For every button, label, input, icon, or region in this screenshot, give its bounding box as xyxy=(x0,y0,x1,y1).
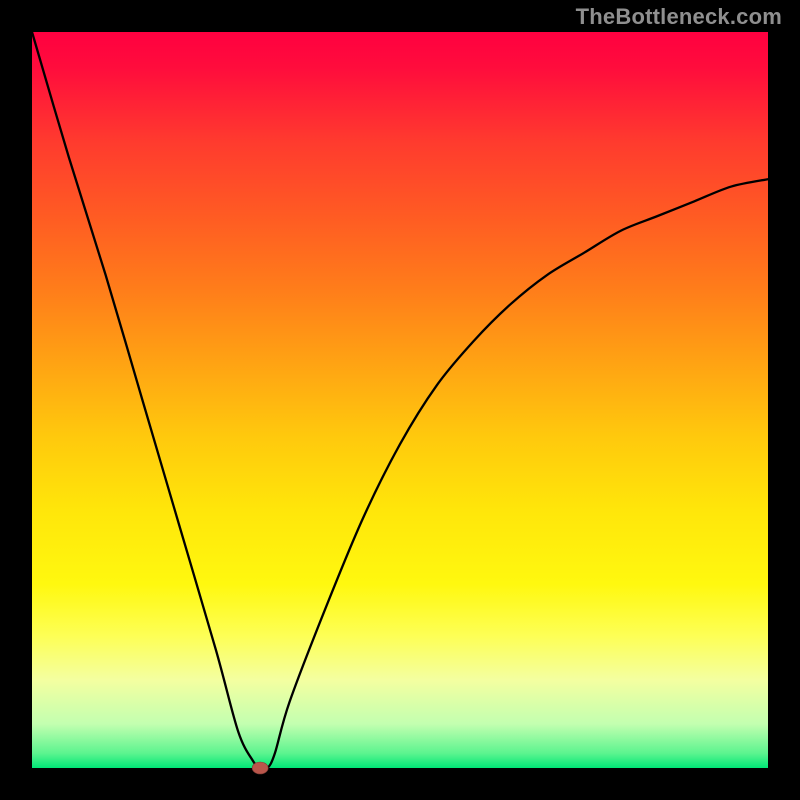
minimum-marker xyxy=(252,762,268,774)
watermark-text: TheBottleneck.com xyxy=(576,4,782,30)
chart-container: TheBottleneck.com xyxy=(0,0,800,800)
bottleneck-chart xyxy=(0,0,800,800)
